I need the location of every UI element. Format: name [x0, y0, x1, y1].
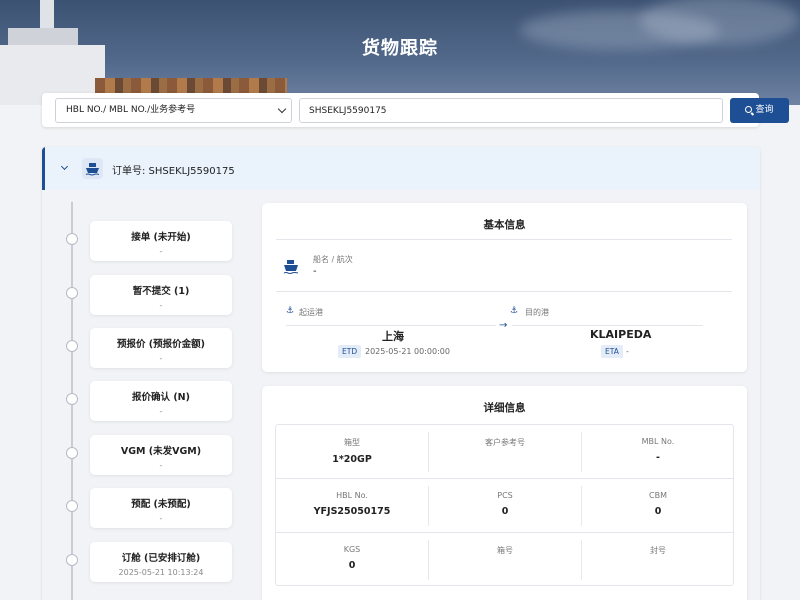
- timeline-item: VGM (未发VGM) -: [42, 435, 242, 475]
- pol-value: 上海: [382, 330, 404, 343]
- timeline-card[interactable]: 订舱 (已安排订舱) 2025-05-21 10:13:24: [90, 542, 232, 582]
- order-header[interactable]: 订单号: SHSEKLJ5590175: [42, 147, 760, 190]
- timeline-dot: [66, 340, 78, 352]
- search-input[interactable]: [299, 98, 723, 123]
- timeline-card[interactable]: VGM (未发VGM) -: [90, 435, 232, 475]
- timeline-title: 订舱 (已安排订舱): [121, 553, 201, 564]
- detail-cell: 客户参考号: [485, 438, 525, 447]
- anchor-icon: ⚓: [510, 306, 519, 316]
- chevron-down-icon[interactable]: [60, 162, 69, 171]
- timeline-dot: [66, 287, 78, 299]
- page-title: 货物跟踪: [362, 38, 438, 59]
- timeline-title: 暂不提交 (1): [132, 286, 190, 297]
- timeline-card[interactable]: 报价确认 (N) -: [90, 381, 232, 421]
- timeline-sub: -: [159, 461, 163, 470]
- detail-cell: CBM 0: [649, 491, 667, 517]
- detail-cell: MBL No. -: [641, 437, 675, 463]
- route-line: [512, 325, 703, 326]
- search-bar: HBL NO./ MBL NO./业务参考号 查询: [42, 93, 789, 127]
- detail-grid: 箱型 1*20GP 客户参考号 MBL No. - HBL No. YFJS25050…: [275, 424, 734, 586]
- timeline-dot: [66, 233, 78, 245]
- etd-value: 2025-05-21 00:00:00: [365, 347, 450, 356]
- search-icon: [745, 106, 753, 113]
- timeline-title: 预报价 (预报价金额): [117, 339, 205, 350]
- route-line: [286, 325, 496, 326]
- timeline-sub: 2025-05-21 10:13:24: [118, 568, 204, 577]
- order-number: 订单号: SHSEKLJ5590175: [112, 166, 235, 177]
- vessel-value: -: [313, 266, 317, 277]
- timeline-title: 预配 (未预配): [131, 499, 191, 510]
- timeline-item: 预报价 (预报价金额) -: [42, 328, 242, 368]
- timeline-item: 订舱 (已安排订舱) 2025-05-21 10:13:24: [42, 542, 242, 582]
- timeline-sub: -: [159, 407, 163, 416]
- search-type-value: HBL NO./ MBL NO./业务参考号: [66, 105, 196, 115]
- eta-value: -: [626, 347, 629, 356]
- order-card: 订单号: SHSEKLJ5590175 接单 (未开始) - 暂不提交 (1) …: [42, 147, 760, 600]
- timeline-item: 接单 (未开始) -: [42, 221, 242, 261]
- hero-banner: 货物跟踪: [0, 0, 800, 105]
- anchor-icon: ⚓: [286, 306, 295, 316]
- timeline-dot: [66, 393, 78, 405]
- detail-cell: KGS 0: [343, 545, 361, 571]
- search-button-label: 查询: [755, 105, 774, 115]
- timeline-item: 报价确认 (N) -: [42, 381, 242, 421]
- detail-cell: HBL No. YFJS25050175: [313, 491, 391, 517]
- timeline-sub: -: [159, 354, 163, 363]
- search-type-select[interactable]: HBL NO./ MBL NO./业务参考号: [55, 98, 292, 123]
- etd-badge: ETD: [338, 345, 362, 358]
- basic-info-panel: 基本信息 船名 / 航次 - ⚓ 起运港 上海 ETD 2025-05-21 0…: [262, 203, 747, 372]
- eta-badge: ETA: [601, 345, 623, 358]
- timeline-title: 报价确认 (N): [132, 392, 190, 403]
- detail-cell: 箱号: [497, 546, 513, 555]
- basic-info-title: 基本信息: [483, 219, 526, 231]
- detail-title: 详细信息: [483, 402, 526, 414]
- chevron-down-icon: [277, 104, 287, 114]
- order-body: 接单 (未开始) - 暂不提交 (1) - 预报价 (预报价金额) - 报价确认…: [42, 190, 760, 600]
- pol-label: 起运港: [299, 308, 323, 317]
- pod-label: 目的港: [525, 308, 549, 317]
- timeline-sub: -: [159, 247, 163, 256]
- search-button[interactable]: 查询: [730, 98, 789, 123]
- timeline-sub: -: [159, 301, 163, 310]
- detail-cell: 箱型 1*20GP: [332, 438, 372, 465]
- timeline-card[interactable]: 预报价 (预报价金额) -: [90, 328, 232, 368]
- pod-value: KLAIPEDA: [590, 328, 652, 341]
- detail-cell: PCS 0: [497, 491, 513, 517]
- timeline-card[interactable]: 接单 (未开始) -: [90, 221, 232, 261]
- ship-icon: [82, 158, 103, 179]
- detail-cell: 封号: [650, 546, 666, 555]
- timeline-dot: [66, 447, 78, 459]
- divider: [276, 239, 732, 240]
- divider: [276, 291, 732, 292]
- vessel-label: 船名 / 航次: [313, 255, 353, 264]
- timeline-sub: -: [159, 514, 163, 523]
- timeline-dot: [66, 554, 78, 566]
- arrow-right-icon: →: [499, 320, 508, 331]
- timeline-item: 暂不提交 (1) -: [42, 275, 242, 315]
- timeline-title: VGM (未发VGM): [120, 446, 202, 457]
- timeline-card[interactable]: 预配 (未预配) -: [90, 488, 232, 528]
- ship-icon: [282, 259, 300, 279]
- timeline-item: 预配 (未预配) -: [42, 488, 242, 528]
- timeline-title: 接单 (未开始): [131, 232, 191, 243]
- timeline-card[interactable]: 暂不提交 (1) -: [90, 275, 232, 315]
- timeline-dot: [66, 500, 78, 512]
- detail-panel: 详细信息 箱型 1*20GP 客户参考号 MBL No. - HBL No. YFJS…: [262, 386, 747, 600]
